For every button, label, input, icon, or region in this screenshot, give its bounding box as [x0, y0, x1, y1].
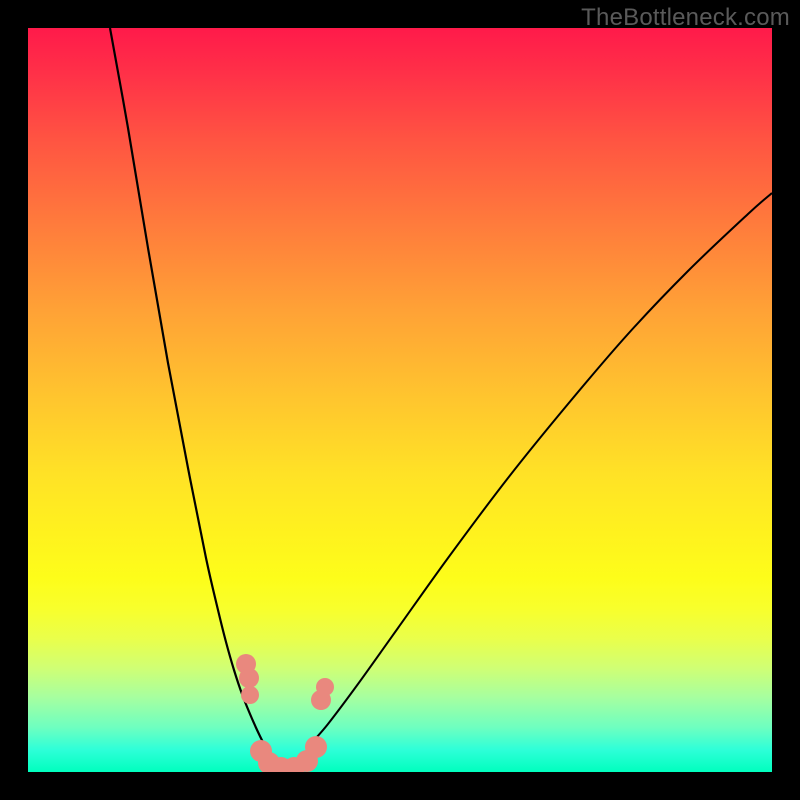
chart-frame — [28, 28, 772, 772]
data-marker — [316, 678, 334, 696]
data-marker — [305, 736, 327, 758]
curve-left — [110, 28, 316, 769]
data-marker — [239, 668, 259, 688]
curve-right — [308, 193, 772, 750]
data-marker — [241, 686, 259, 704]
chart-svg — [28, 28, 772, 772]
